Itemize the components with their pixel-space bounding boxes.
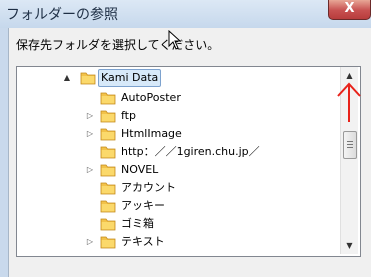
tree-item-label: NOVEL [121,163,159,176]
close-button[interactable]: X [328,0,371,20]
tree-item-label: ftp [121,109,136,122]
folder-icon [100,110,116,123]
folder-icon [100,128,116,141]
tree-root-row[interactable]: ▲ Kami Data [62,69,262,87]
folder-icon [100,236,116,249]
collapsed-arrow-icon[interactable]: ▷ [85,233,95,251]
folder-icon [100,182,116,195]
tree-item[interactable]: ▷ ftp [85,107,285,125]
tree-item-label: アッキー [121,199,165,212]
collapsed-arrow-icon[interactable]: ▷ [85,125,95,143]
tree-item-label: HtmlImage [121,127,182,140]
tree-item-label: ゴミ箱 [121,217,154,230]
folder-icon [100,146,116,159]
folder-icon [80,72,96,85]
collapsed-arrow-icon[interactable]: ▷ [85,107,95,125]
tree-item[interactable]: AutoPoster [85,89,285,107]
folder-icon [100,200,116,213]
tree-item[interactable]: アッキー [85,197,285,215]
title-bar[interactable]: フォルダーの参照 [0,0,371,28]
tree-item-label: http：／／1giren.chu.jp／ [121,145,260,158]
instruction-text: 保存先フォルダを選択してください。 [16,38,220,52]
tree-item-label: AutoPoster [121,91,181,104]
tree-item-label: Kami Data [98,69,162,87]
folder-icon [100,164,116,177]
tree-item-label: テキスト [121,235,165,248]
tree-item[interactable]: ▷ テキスト [85,233,285,251]
annotation-arrow-icon [337,82,361,122]
tree-item[interactable]: ▷ NOVEL [85,161,285,179]
tree-item-label: アカウント [121,181,176,194]
window-title: フォルダーの参照 [6,7,118,23]
tree-item[interactable]: ▷ HtmlImage [85,125,285,143]
mouse-cursor-icon [168,30,182,50]
scroll-thumb[interactable] [343,131,357,159]
scroll-down-icon[interactable]: ▼ [341,237,358,254]
folder-icon [100,92,116,105]
folder-icon [100,218,116,231]
expand-arrow-icon[interactable]: ▲ [62,69,72,87]
tree-item[interactable]: ゴミ箱 [85,215,285,233]
collapsed-arrow-icon[interactable]: ▷ [85,161,95,179]
tree-item[interactable]: アカウント [85,179,285,197]
tree-item[interactable]: http：／／1giren.chu.jp／ [85,143,285,161]
